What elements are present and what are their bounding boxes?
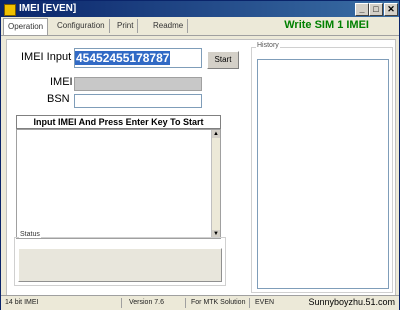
tab-print[interactable]: Print [113,19,139,33]
maximize-icon[interactable]: □ [369,3,383,16]
imei-readonly-field [74,77,202,91]
tab-readme[interactable]: Readme [149,19,189,33]
close-icon[interactable]: ✕ [384,3,398,16]
operation-panel: IMEI Input 45452455178787 Start IMEI BSN… [6,39,396,297]
status-group: Status [14,231,226,286]
author-credit: Sunnyboyzhu.51.com [308,297,395,307]
imei-label: IMEI [50,76,73,88]
statusbar-separator [249,298,250,308]
statusbar-separator [185,298,186,308]
status-label: Status [19,231,41,238]
history-label: History [256,42,280,49]
tab-operation[interactable]: Operation [3,18,49,35]
imei-window: IMEI [EVEN] _ □ ✕ Operation Configuratio… [0,0,400,310]
app-icon [4,4,16,16]
statusbar-separator [121,298,122,308]
start-button[interactable]: Start [207,51,239,69]
statusbar-mode: EVEN [255,299,275,306]
imei-input-value: 45452455178787 [75,51,171,65]
status-display [18,248,222,282]
imei-input-label: IMEI Input [21,51,72,63]
write-sim-title: Write SIM 1 IMEI [284,19,369,31]
bsn-label: BSN [47,93,70,105]
history-group: History [251,42,393,293]
tab-configuration[interactable]: Configuration [53,19,110,33]
history-list[interactable] [257,59,389,289]
minimize-icon[interactable]: _ [355,3,369,16]
statusbar-solution: For MTK Solution [191,299,246,306]
log-scrollbar[interactable]: ▲ ▼ [211,130,220,238]
scroll-up-icon[interactable]: ▲ [212,130,220,138]
statusbar-bits: 14 bit IMEI [5,299,39,306]
window-title: IMEI [EVEN] [19,3,77,14]
bsn-field[interactable] [74,94,202,108]
status-bar: 14 bit IMEI Version 7.6 For MTK Solution… [1,295,399,310]
log-textarea[interactable]: ▲ ▼ [16,129,221,239]
instruction-banner: Input IMEI And Press Enter Key To Start [16,115,221,129]
title-bar[interactable]: IMEI [EVEN] _ □ ✕ [1,1,399,17]
imei-input-field[interactable]: 45452455178787 [74,48,202,68]
statusbar-version: Version 7.6 [129,299,165,306]
